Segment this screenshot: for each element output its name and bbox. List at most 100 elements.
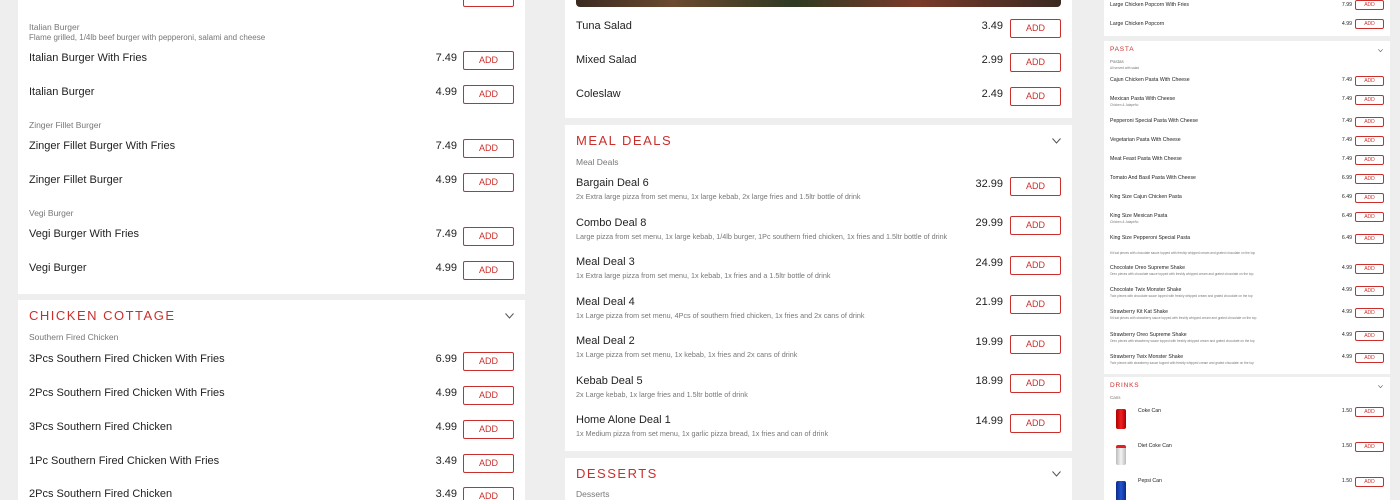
item-description: 2x Extra large pizza from set menu, 1x l…	[576, 192, 861, 201]
add-button[interactable]: ADD	[463, 487, 514, 500]
item-price: 3.49	[981, 20, 1003, 32]
item-price: 2.99	[981, 54, 1003, 66]
add-button[interactable]: ADD	[1010, 295, 1061, 314]
item-name: Home Alone Deal 1	[576, 414, 671, 426]
add-button[interactable]	[463, 0, 514, 7]
add-button[interactable]: ADD	[1355, 174, 1384, 184]
add-button[interactable]: ADD	[1010, 216, 1061, 235]
menu-column-2: Tuna Salad 3.49 ADD Mixed Salad 2.99 ADD…	[565, 0, 1072, 500]
item-name: Coleslaw	[576, 88, 621, 100]
add-button[interactable]: ADD	[1355, 477, 1384, 487]
category-label: Southern Fired Chicken	[29, 332, 119, 342]
item-description: 2x Large kebab, 1x large fries and 1.5lt…	[576, 390, 748, 399]
chevron-down-icon[interactable]	[1052, 138, 1061, 144]
item-price: 2.49	[981, 88, 1003, 100]
item-name: Italian Burger With Fries	[29, 52, 147, 64]
item-price: 3.49	[435, 455, 457, 467]
add-button[interactable]: ADD	[1355, 286, 1384, 296]
section-title[interactable]: PASTA	[1110, 46, 1134, 53]
add-button[interactable]: ADD	[1355, 19, 1384, 29]
chevron-down-icon[interactable]	[505, 313, 514, 319]
item-name: Strawberry Oreo Supreme Shake	[1110, 332, 1187, 338]
menu-column-3: Large Chicken Popcorn With Fries 7.99 AD…	[1104, 0, 1390, 500]
section-title[interactable]: MEAL DEALS	[576, 133, 672, 148]
add-button[interactable]: ADD	[463, 51, 514, 70]
add-button[interactable]: ADD	[1010, 177, 1061, 196]
item-name: Diet Coke Can	[1138, 443, 1172, 449]
add-button[interactable]: ADD	[463, 139, 514, 158]
add-button[interactable]: ADD	[1355, 0, 1384, 10]
chevron-down-icon[interactable]	[1378, 49, 1383, 52]
add-button[interactable]: ADD	[1355, 308, 1384, 318]
item-price: 6.99	[435, 353, 457, 365]
add-button[interactable]: ADD	[1010, 335, 1061, 354]
add-button[interactable]: ADD	[1355, 136, 1384, 146]
item-price: 32.99	[975, 178, 1003, 190]
add-button[interactable]: ADD	[1355, 353, 1384, 363]
section-title[interactable]: CHICKEN COTTAGE	[29, 308, 176, 323]
item-price: 1.50	[1341, 443, 1352, 449]
add-button[interactable]: ADD	[463, 85, 514, 104]
add-button[interactable]: ADD	[1355, 193, 1384, 203]
add-button[interactable]: ADD	[1010, 19, 1061, 38]
item-name: King Size Pepperoni Special Pasta	[1110, 235, 1191, 241]
item-price: 7.49	[1341, 156, 1352, 162]
add-button[interactable]: ADD	[1355, 212, 1384, 222]
add-button[interactable]: ADD	[1355, 155, 1384, 165]
item-name: Tomato And Basil Pasta With Cheese	[1110, 175, 1196, 181]
item-name: Strawberry Kit Kat Shake	[1110, 309, 1168, 315]
category-label: Cans	[1110, 395, 1121, 400]
item-name: Chocolate Oreo Supreme Shake	[1110, 265, 1185, 271]
add-button[interactable]: ADD	[463, 386, 514, 405]
section-title[interactable]: DRINKS	[1110, 382, 1139, 389]
chevron-down-icon[interactable]	[1378, 385, 1383, 388]
item-description: Oreo pieces with chocolate sauce topped …	[1110, 272, 1254, 276]
add-button[interactable]: ADD	[463, 173, 514, 192]
add-button[interactable]: ADD	[1010, 53, 1061, 72]
category-description: All served with salad	[1110, 66, 1140, 70]
add-button[interactable]: ADD	[1355, 234, 1384, 244]
item-price: 7.49	[1341, 118, 1352, 124]
item-price: 4.99	[1341, 332, 1352, 338]
menu-column-1: Italian Burger Flame grilled, 1/4lb beef…	[18, 0, 525, 500]
add-button[interactable]: ADD	[1355, 117, 1384, 127]
add-button[interactable]: ADD	[1010, 256, 1061, 275]
meal-deals-card: MEAL DEALS Meal Deals Bargain Deal 6 2x …	[565, 125, 1072, 451]
item-name: 3Pcs Southern Fired Chicken With Fries	[29, 353, 225, 365]
add-button[interactable]: ADD	[1355, 442, 1384, 452]
add-button[interactable]: ADD	[1010, 374, 1061, 393]
item-price: 29.99	[975, 217, 1003, 229]
item-name: Meat Feast Pasta With Cheese	[1110, 156, 1182, 162]
add-button[interactable]: ADD	[1355, 76, 1384, 86]
item-price: 6.49	[1341, 235, 1352, 241]
add-button[interactable]: ADD	[463, 352, 514, 371]
add-button[interactable]: ADD	[1355, 331, 1384, 341]
item-price: 4.99	[435, 262, 457, 274]
item-price: 6.49	[1341, 194, 1352, 200]
salads-card: Tuna Salad 3.49 ADD Mixed Salad 2.99 ADD…	[565, 0, 1072, 118]
add-button[interactable]: ADD	[1010, 87, 1061, 106]
category-label: Italian Burger	[29, 22, 80, 32]
chevron-down-icon[interactable]	[1052, 471, 1061, 477]
add-button[interactable]: ADD	[463, 454, 514, 473]
add-button[interactable]: ADD	[463, 420, 514, 439]
category-label: Pastas	[1110, 59, 1124, 64]
add-button[interactable]: ADD	[1010, 414, 1061, 433]
chicken-cottage-card: CHICKEN COTTAGE Southern Fired Chicken 3…	[18, 300, 525, 500]
item-name: Mixed Salad	[576, 54, 637, 66]
section-title[interactable]: DESSERTS	[576, 466, 658, 481]
item-name: 3Pcs Southern Fired Chicken	[29, 421, 173, 433]
item-description: Oreo pieces with strawberry sauce topped…	[1110, 339, 1255, 343]
item-name: Combo Deal 8	[576, 217, 647, 229]
add-button[interactable]: ADD	[1355, 264, 1384, 274]
add-button[interactable]: ADD	[463, 227, 514, 246]
item-price: 4.99	[1341, 21, 1352, 27]
add-button[interactable]: ADD	[1355, 407, 1384, 417]
item-name: Vegi Burger With Fries	[29, 228, 140, 240]
add-button[interactable]: ADD	[463, 261, 514, 280]
add-button[interactable]: ADD	[1355, 95, 1384, 105]
item-price: 4.99	[435, 421, 457, 433]
item-price: 7.49	[1341, 137, 1352, 143]
item-name: Large Chicken Popcorn	[1110, 21, 1165, 27]
item-price: 4.99	[435, 387, 457, 399]
